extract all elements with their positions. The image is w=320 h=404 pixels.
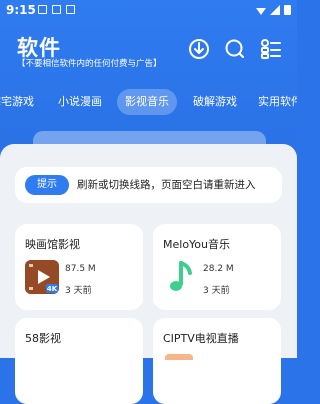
app-card-meloyou[interactable]: MeloYou音乐 28.2 M 3 天前 [153, 224, 281, 310]
svg-text:4K: 4K [47, 285, 58, 293]
app-name: MeloYou音乐 [163, 238, 231, 251]
app-card-58[interactable]: 58影视 [15, 318, 143, 404]
app-icon-partial [165, 354, 193, 360]
notification-icons [38, 5, 75, 14]
app-name: 映画馆影视 [25, 238, 80, 251]
tab-zhaizhai-games[interactable]: 宅宅游戏 [0, 89, 34, 115]
search-icon[interactable] [223, 37, 247, 61]
notice-bar: 提示 刷新或切换线路，页面空白请重新进入 [15, 167, 282, 203]
image-notification-icon [38, 5, 47, 14]
signal-icon [270, 4, 280, 15]
download-notification-icon [52, 5, 61, 14]
tab-novels-comics[interactable]: 小说漫画 [58, 89, 102, 115]
app-updated: 3 天前 [65, 286, 92, 296]
tab-utility-apps[interactable]: 实用软件 [258, 89, 297, 115]
category-tabs: 宅宅游戏 小说漫画 影视音乐 破解游戏 实用软件 [0, 89, 297, 115]
system-icons [256, 4, 291, 15]
notice-message: 刷新或切换线路，页面空白请重新进入 [77, 179, 256, 191]
tab-video-music[interactable]: 影视音乐 [117, 89, 177, 115]
app-notification-icon [66, 5, 75, 14]
status-bar: 9:15 [0, 0, 297, 22]
app-size: 28.2 M [203, 264, 234, 274]
app-name: CIPTV电视直播 [163, 332, 239, 345]
notice-tag: 提示 [25, 175, 69, 195]
app-size: 87.5 M [65, 264, 96, 274]
film-4k-icon: 4K [25, 260, 59, 294]
app-card-ciptv[interactable]: CIPTV电视直播 [153, 318, 281, 404]
download-icon[interactable] [187, 37, 211, 61]
battery-icon [284, 5, 291, 15]
app-header: 9:15 软件 【不要相信软件内的任何付费与广告】 [0, 0, 297, 150]
app-card-yinghuaguan[interactable]: 映画馆影视 4K 87.5 M 3 天前 [15, 224, 143, 310]
app-updated: 3 天前 [203, 286, 230, 296]
menu-list-icon[interactable] [259, 37, 283, 61]
app-name: 58影视 [25, 332, 61, 345]
tab-cracked-games[interactable]: 破解游戏 [193, 89, 237, 115]
status-time: 9:15 [6, 3, 36, 17]
page-subtitle: 【不要相信软件内的任何付费与广告】 [17, 59, 162, 69]
wifi-icon [256, 7, 266, 15]
music-note-icon [163, 260, 197, 294]
